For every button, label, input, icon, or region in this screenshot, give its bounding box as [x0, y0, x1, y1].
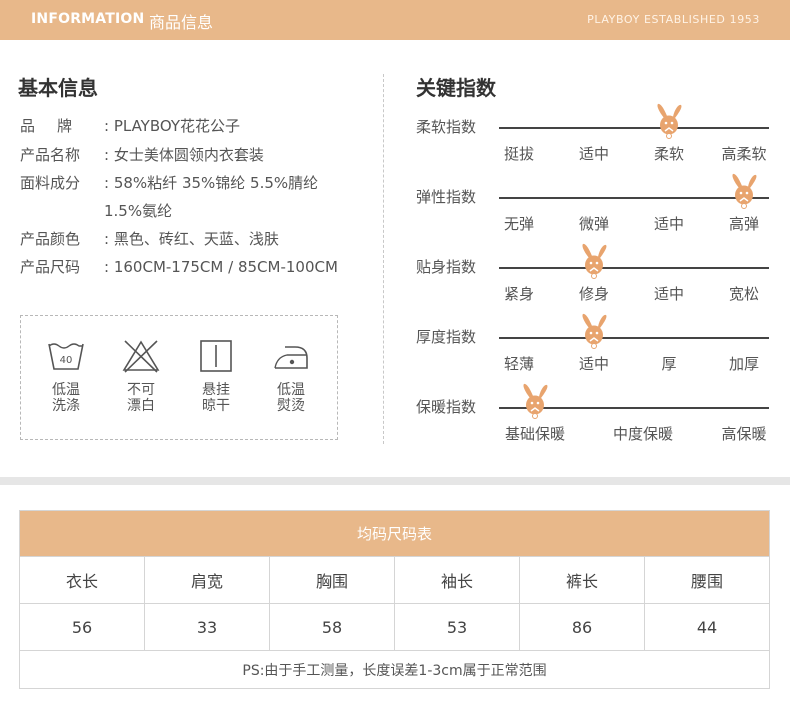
no-bleach-icon [122, 340, 160, 373]
info-sep: : [104, 174, 110, 192]
wash-40-icon: 40 [48, 343, 84, 370]
section-band [0, 477, 790, 485]
info-value: 1.5%氨纶 [104, 202, 173, 220]
index-option: 紧身 [503, 285, 534, 303]
size-value-cell: 86 [519, 603, 645, 651]
size-value-cell: 53 [394, 603, 520, 651]
index-label: 贴身指数 [416, 258, 477, 276]
basic-info-title: 基本信息 [18, 76, 98, 100]
low-iron-icon [274, 346, 308, 369]
index-option: 厚 [661, 355, 677, 373]
care-item-hang: 悬挂 晾干 [186, 338, 246, 414]
info-sep: : [104, 117, 110, 135]
bunny-marker-icon [579, 243, 609, 279]
index-option: 适中 [653, 215, 684, 233]
index-option: 修身 [578, 285, 609, 303]
info-value: 160CM-175CM / 85CM-100CM [113, 258, 338, 276]
header-established: PLAYBOY ESTABLISHED 1953 [587, 13, 760, 26]
index-option: 适中 [578, 355, 609, 373]
care-item-wash: 40 低温 洗涤 [36, 338, 96, 414]
info-row-product-name: 产品名称: 女士美体圆领内衣套装 [20, 144, 264, 165]
index-label: 厚度指数 [416, 328, 477, 346]
index-option: 适中 [578, 145, 609, 163]
key-index-title: 关键指数 [416, 76, 496, 100]
care-instructions-box: 40 低温 洗涤 不可 漂白 悬挂 晾干 低温 熨烫 [20, 315, 338, 440]
info-key: 产品尺码 [20, 258, 81, 276]
index-option: 适中 [653, 285, 684, 303]
index-label: 弹性指数 [416, 188, 477, 206]
info-row-fabric: 面料成分: 58%粘纤 35%锦纶 5.5%腈纶 [20, 172, 318, 193]
index-label: 保暖指数 [416, 398, 477, 416]
index-option: 微弹 [578, 215, 609, 233]
index-option: 轻薄 [503, 355, 534, 373]
size-value-cell: 33 [144, 603, 270, 651]
bunny-marker-icon [579, 313, 609, 349]
size-table-value-row: 56 33 58 53 86 44 [19, 603, 770, 651]
wash-temp-text: 40 [60, 355, 73, 366]
bunny-marker-icon [654, 103, 684, 139]
size-header-cell: 裤长 [519, 556, 645, 604]
info-sep: : [104, 230, 110, 248]
index-option: 高弹 [728, 215, 759, 233]
index-option: 高柔软 [721, 145, 767, 163]
index-label: 柔软指数 [416, 118, 477, 136]
info-value: 黑色、砖红、天蓝、浅肤 [113, 230, 279, 248]
index-scale-line [499, 337, 769, 339]
index-option: 基础保暖 [504, 425, 565, 443]
care-item-iron: 低温 熨烫 [261, 338, 321, 414]
index-option: 无弹 [503, 215, 534, 233]
size-header-cell: 腰围 [644, 556, 770, 604]
care-label: 低温 洗涤 [52, 382, 80, 414]
info-value: PLAYBOY花花公子 [113, 117, 241, 135]
index-option: 加厚 [728, 355, 759, 373]
size-value-cell: 58 [269, 603, 395, 651]
info-value: 女士美体圆领内衣套装 [113, 146, 264, 164]
care-label: 不可 漂白 [127, 382, 155, 414]
size-table-header-row: 衣长 肩宽 胸围 袖长 裤长 腰围 [19, 556, 770, 604]
info-row-brand: 品牌: PLAYBOY花花公子 [20, 115, 240, 136]
care-label: 低温 熨烫 [277, 382, 305, 414]
info-key: 产品名称 [20, 146, 81, 164]
header-cn-title: 商品信息 [149, 13, 214, 32]
info-row-color: 产品颜色: 黑色、砖红、天蓝、浅肤 [20, 228, 279, 249]
info-sep: : [104, 146, 110, 164]
index-option: 柔软 [653, 145, 684, 163]
header-en-title: INFORMATION [31, 11, 145, 27]
header-bar: INFORMATION 商品信息 PLAYBOY ESTABLISHED 195… [0, 0, 790, 40]
info-key: 产品颜色 [20, 230, 81, 248]
size-value-cell: 44 [644, 603, 770, 651]
size-header-cell: 肩宽 [144, 556, 270, 604]
size-value-cell: 56 [19, 603, 145, 651]
bunny-marker-icon [520, 383, 550, 419]
size-table: 均码尺码表 衣长 肩宽 胸围 袖长 裤长 腰围 56 33 58 53 86 4… [19, 510, 770, 689]
info-value: 58%粘纤 35%锦纶 5.5%腈纶 [113, 174, 319, 192]
info-key: 品牌 [20, 117, 95, 135]
size-table-note: PS:由于手工测量，长度误差1-3cm属于正常范围 [19, 650, 770, 689]
size-header-cell: 胸围 [269, 556, 395, 604]
care-item-bleach: 不可 漂白 [111, 338, 171, 414]
index-option: 挺拔 [503, 145, 534, 163]
info-key: 面料成分 [20, 174, 81, 192]
index-option: 高保暖 [721, 425, 767, 443]
section-divider [383, 74, 384, 444]
index-option: 宽松 [728, 285, 759, 303]
care-label: 悬挂 晾干 [202, 382, 230, 414]
info-row-fabric-cont: 1.5%氨纶 [104, 200, 172, 221]
index-option: 中度保暖 [612, 425, 673, 443]
info-row-size: 产品尺码: 160CM-175CM / 85CM-100CM [20, 256, 338, 277]
index-scale-line [499, 127, 769, 129]
hang-dry-icon [200, 340, 232, 372]
bunny-marker-icon [729, 173, 759, 209]
size-header-cell: 衣长 [19, 556, 145, 604]
size-table-caption: 均码尺码表 [19, 510, 770, 557]
info-sep: : [104, 258, 110, 276]
size-header-cell: 袖长 [394, 556, 520, 604]
index-scale-line [499, 267, 769, 269]
